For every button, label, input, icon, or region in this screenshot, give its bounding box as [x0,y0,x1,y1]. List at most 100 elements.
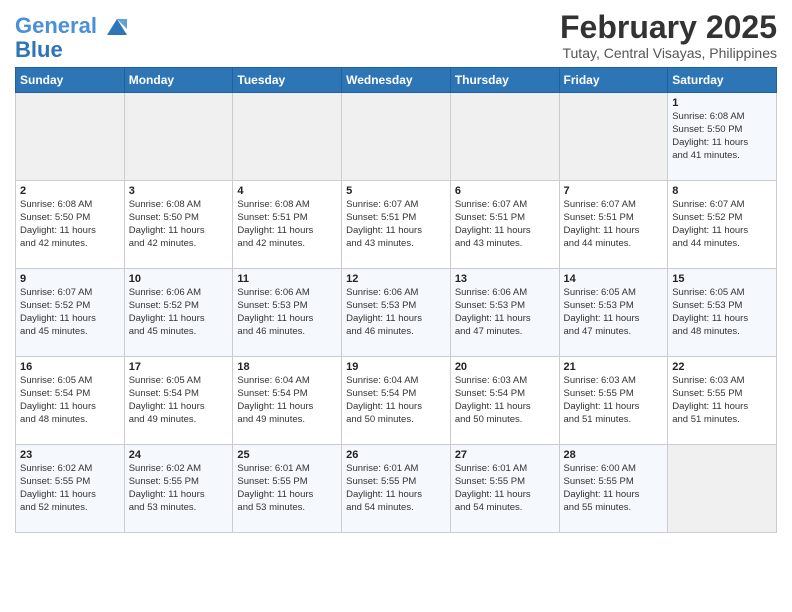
calendar-day-cell: 20 Sunrise: 6:03 AM Sunset: 5:54 PM Dayli… [450,357,559,445]
weekday-header-row: SundayMondayTuesdayWednesdayThursdayFrid… [16,68,777,93]
calendar-day-cell: 18 Sunrise: 6:04 AM Sunset: 5:54 PM Dayli… [233,357,342,445]
day-info: Sunrise: 6:06 AM Sunset: 5:53 PM Dayligh… [237,287,337,338]
calendar-week-row: 9 Sunrise: 6:07 AM Sunset: 5:52 PM Daylig… [16,269,777,357]
location: Tutay, Central Visayas, Philippines [560,45,777,61]
calendar-day-cell: 22 Sunrise: 6:03 AM Sunset: 5:55 PM Dayli… [668,357,777,445]
day-info: Sunrise: 6:06 AM Sunset: 5:52 PM Dayligh… [129,287,229,338]
day-info: Sunrise: 6:01 AM Sunset: 5:55 PM Dayligh… [237,463,337,514]
calendar-day-cell: 16 Sunrise: 6:05 AM Sunset: 5:54 PM Dayli… [16,357,125,445]
day-info: Sunrise: 6:05 AM Sunset: 5:53 PM Dayligh… [564,287,664,338]
day-number: 23 [20,449,120,461]
calendar-day-cell [233,93,342,181]
calendar-day-cell: 26 Sunrise: 6:01 AM Sunset: 5:55 PM Dayli… [342,445,451,533]
day-number: 9 [20,273,120,285]
day-number: 7 [564,185,664,197]
calendar-table: SundayMondayTuesdayWednesdayThursdayFrid… [15,67,777,533]
day-number: 22 [672,361,772,373]
day-info: Sunrise: 6:05 AM Sunset: 5:54 PM Dayligh… [129,375,229,426]
calendar-day-cell: 10 Sunrise: 6:06 AM Sunset: 5:52 PM Dayli… [124,269,233,357]
day-number: 11 [237,273,337,285]
page-header: General Blue February 2025 Tutay, Centra… [15,10,777,61]
weekday-header-cell: Tuesday [233,68,342,93]
day-number: 27 [455,449,555,461]
day-info: Sunrise: 6:07 AM Sunset: 5:52 PM Dayligh… [20,287,120,338]
calendar-day-cell: 8 Sunrise: 6:07 AM Sunset: 5:52 PM Daylig… [668,181,777,269]
day-number: 12 [346,273,446,285]
day-info: Sunrise: 6:05 AM Sunset: 5:53 PM Dayligh… [672,287,772,338]
day-number: 20 [455,361,555,373]
calendar-week-row: 16 Sunrise: 6:05 AM Sunset: 5:54 PM Dayli… [16,357,777,445]
calendar-day-cell: 15 Sunrise: 6:05 AM Sunset: 5:53 PM Dayli… [668,269,777,357]
calendar-week-row: 1 Sunrise: 6:08 AM Sunset: 5:50 PM Daylig… [16,93,777,181]
day-number: 18 [237,361,337,373]
day-info: Sunrise: 6:07 AM Sunset: 5:51 PM Dayligh… [346,199,446,250]
day-number: 8 [672,185,772,197]
weekday-header-cell: Monday [124,68,233,93]
day-info: Sunrise: 6:07 AM Sunset: 5:51 PM Dayligh… [564,199,664,250]
day-number: 24 [129,449,229,461]
day-number: 1 [672,97,772,109]
day-info: Sunrise: 6:03 AM Sunset: 5:55 PM Dayligh… [672,375,772,426]
calendar-day-cell: 27 Sunrise: 6:01 AM Sunset: 5:55 PM Dayli… [450,445,559,533]
day-info: Sunrise: 6:08 AM Sunset: 5:50 PM Dayligh… [129,199,229,250]
calendar-day-cell: 3 Sunrise: 6:08 AM Sunset: 5:50 PM Daylig… [124,181,233,269]
day-info: Sunrise: 6:02 AM Sunset: 5:55 PM Dayligh… [20,463,120,514]
day-number: 28 [564,449,664,461]
day-info: Sunrise: 6:01 AM Sunset: 5:55 PM Dayligh… [455,463,555,514]
calendar-day-cell: 24 Sunrise: 6:02 AM Sunset: 5:55 PM Dayli… [124,445,233,533]
calendar-day-cell [342,93,451,181]
logo-blue: Blue [15,39,129,61]
calendar-day-cell: 28 Sunrise: 6:00 AM Sunset: 5:55 PM Dayli… [559,445,668,533]
day-number: 4 [237,185,337,197]
calendar-day-cell: 25 Sunrise: 6:01 AM Sunset: 5:55 PM Dayli… [233,445,342,533]
logo: General Blue [15,14,129,61]
calendar-day-cell: 13Sunrise: 6:06 AM Sunset: 5:53 PM Dayli… [450,269,559,357]
day-number: 5 [346,185,446,197]
weekday-header-cell: Wednesday [342,68,451,93]
calendar-day-cell: 12 Sunrise: 6:06 AM Sunset: 5:53 PM Dayli… [342,269,451,357]
calendar-day-cell: 19Sunrise: 6:04 AM Sunset: 5:54 PM Dayli… [342,357,451,445]
calendar-day-cell: 1 Sunrise: 6:08 AM Sunset: 5:50 PM Daylig… [668,93,777,181]
day-number: 16 [20,361,120,373]
day-number: 25 [237,449,337,461]
day-number: 10 [129,273,229,285]
day-number: 2 [20,185,120,197]
day-number: 15 [672,273,772,285]
day-number: 13 [455,273,555,285]
day-number: 17 [129,361,229,373]
day-info: Sunrise: 6:00 AM Sunset: 5:55 PM Dayligh… [564,463,664,514]
day-number: 26 [346,449,446,461]
weekday-header-cell: Thursday [450,68,559,93]
day-number: 14 [564,273,664,285]
logo-text: General [15,14,129,39]
calendar-week-row: 23 Sunrise: 6:02 AM Sunset: 5:55 PM Dayli… [16,445,777,533]
day-info: Sunrise: 6:08 AM Sunset: 5:50 PM Dayligh… [672,111,772,162]
day-info: Sunrise: 6:06 AM Sunset: 5:53 PM Dayligh… [346,287,446,338]
calendar-day-cell [450,93,559,181]
month-title: February 2025 [560,10,777,45]
day-number: 3 [129,185,229,197]
day-info: Sunrise: 6:02 AM Sunset: 5:55 PM Dayligh… [129,463,229,514]
day-info: Sunrise: 6:01 AM Sunset: 5:55 PM Dayligh… [346,463,446,514]
calendar-day-cell: 4 Sunrise: 6:08 AM Sunset: 5:51 PM Daylig… [233,181,342,269]
day-info: Sunrise: 6:04 AM Sunset: 5:54 PM Dayligh… [346,375,446,426]
calendar-week-row: 2 Sunrise: 6:08 AM Sunset: 5:50 PM Daylig… [16,181,777,269]
weekday-header-cell: Friday [559,68,668,93]
day-number: 21 [564,361,664,373]
title-block: February 2025 Tutay, Central Visayas, Ph… [560,10,777,61]
day-info: Sunrise: 6:07 AM Sunset: 5:51 PM Dayligh… [455,199,555,250]
calendar-day-cell [668,445,777,533]
day-info: Sunrise: 6:03 AM Sunset: 5:54 PM Dayligh… [455,375,555,426]
calendar-day-cell: 6Sunrise: 6:07 AM Sunset: 5:51 PM Daylig… [450,181,559,269]
weekday-header-cell: Saturday [668,68,777,93]
calendar-day-cell [16,93,125,181]
calendar-day-cell: 2Sunrise: 6:08 AM Sunset: 5:50 PM Daylig… [16,181,125,269]
day-info: Sunrise: 6:07 AM Sunset: 5:52 PM Dayligh… [672,199,772,250]
day-info: Sunrise: 6:08 AM Sunset: 5:51 PM Dayligh… [237,199,337,250]
calendar-day-cell: 21Sunrise: 6:03 AM Sunset: 5:55 PM Dayli… [559,357,668,445]
calendar-day-cell: 5 Sunrise: 6:07 AM Sunset: 5:51 PM Daylig… [342,181,451,269]
day-info: Sunrise: 6:05 AM Sunset: 5:54 PM Dayligh… [20,375,120,426]
calendar-day-cell [559,93,668,181]
weekday-header-cell: Sunday [16,68,125,93]
day-info: Sunrise: 6:04 AM Sunset: 5:54 PM Dayligh… [237,375,337,426]
